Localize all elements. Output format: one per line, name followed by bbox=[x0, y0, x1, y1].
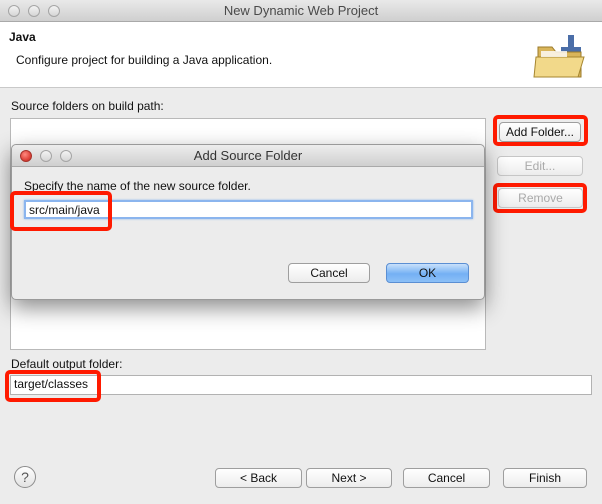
folder-icon bbox=[533, 35, 585, 78]
cancel-button[interactable]: Cancel bbox=[403, 468, 490, 488]
close-window-button[interactable] bbox=[8, 5, 20, 17]
dialog-cancel-button[interactable]: Cancel bbox=[288, 263, 370, 283]
window-titlebar: New Dynamic Web Project bbox=[0, 0, 602, 22]
finish-button[interactable]: Finish bbox=[503, 468, 587, 488]
output-folder-label: Default output folder: bbox=[11, 357, 123, 371]
remove-highlight bbox=[493, 183, 587, 213]
source-folder-input-highlight bbox=[10, 191, 112, 231]
page-title: Java bbox=[9, 30, 36, 44]
edit-button[interactable]: Edit... bbox=[497, 156, 583, 176]
dialog-close-button[interactable] bbox=[20, 150, 32, 162]
dialog-title: Add Source Folder bbox=[193, 148, 303, 163]
back-button[interactable]: < Back bbox=[215, 468, 302, 488]
minimize-window-button[interactable] bbox=[28, 5, 40, 17]
dialog-zoom-button[interactable] bbox=[60, 150, 72, 162]
help-icon[interactable]: ? bbox=[14, 466, 36, 488]
output-folder-highlight bbox=[5, 370, 101, 402]
dialog-ok-button[interactable]: OK bbox=[386, 263, 469, 283]
window-title: New Dynamic Web Project bbox=[223, 3, 379, 18]
wizard-header: Java Configure project for building a Ja… bbox=[0, 22, 602, 88]
zoom-window-button[interactable] bbox=[48, 5, 60, 17]
dialog-titlebar: Add Source Folder bbox=[12, 145, 484, 167]
add-folder-highlight bbox=[493, 115, 588, 146]
page-description: Configure project for building a Java ap… bbox=[16, 53, 273, 67]
dialog-minimize-button[interactable] bbox=[40, 150, 52, 162]
source-folders-label: Source folders on build path: bbox=[11, 99, 164, 113]
next-button[interactable]: Next > bbox=[306, 468, 392, 488]
